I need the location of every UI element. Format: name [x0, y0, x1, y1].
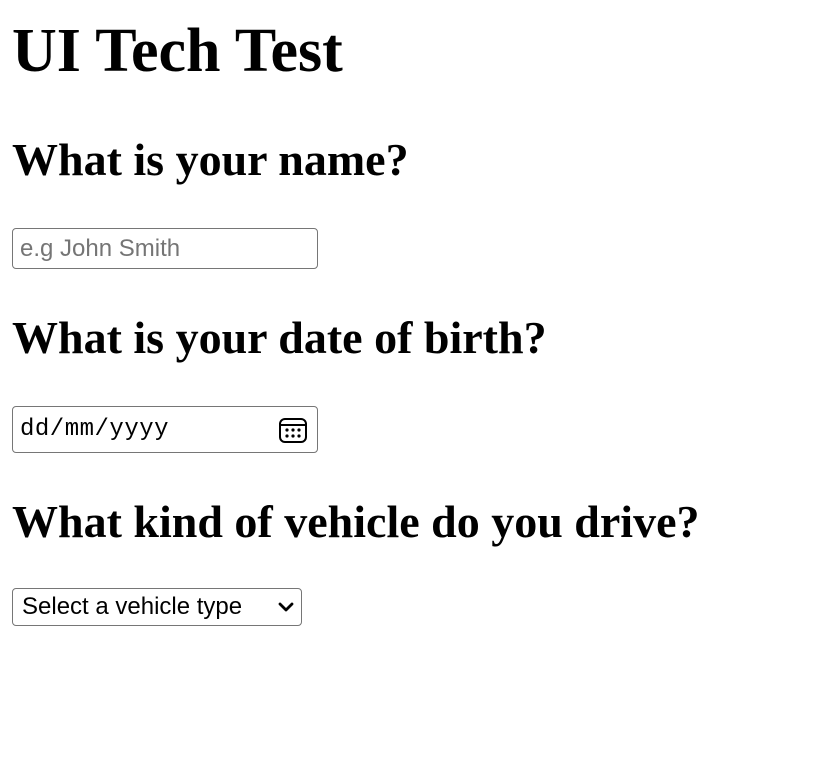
page-title: UI Tech Test [12, 17, 343, 85]
vehicle-question-label: What kind of vehicle do you drive? [12, 496, 700, 547]
vehicle-type-select[interactable]: Select a vehicle type [12, 588, 302, 626]
vehicle-select-value: Select a vehicle type [22, 593, 243, 620]
date-format-text: dd/mm/yyyy [20, 416, 170, 443]
name-question-label: What is your name? [12, 134, 409, 185]
name-input[interactable] [12, 228, 318, 269]
date-of-birth-input[interactable]: dd/mm/yyyy [12, 406, 318, 453]
dob-question-label: What is your date of birth? [12, 312, 547, 363]
chevron-down-icon [278, 602, 294, 612]
calendar-icon[interactable] [278, 415, 308, 445]
